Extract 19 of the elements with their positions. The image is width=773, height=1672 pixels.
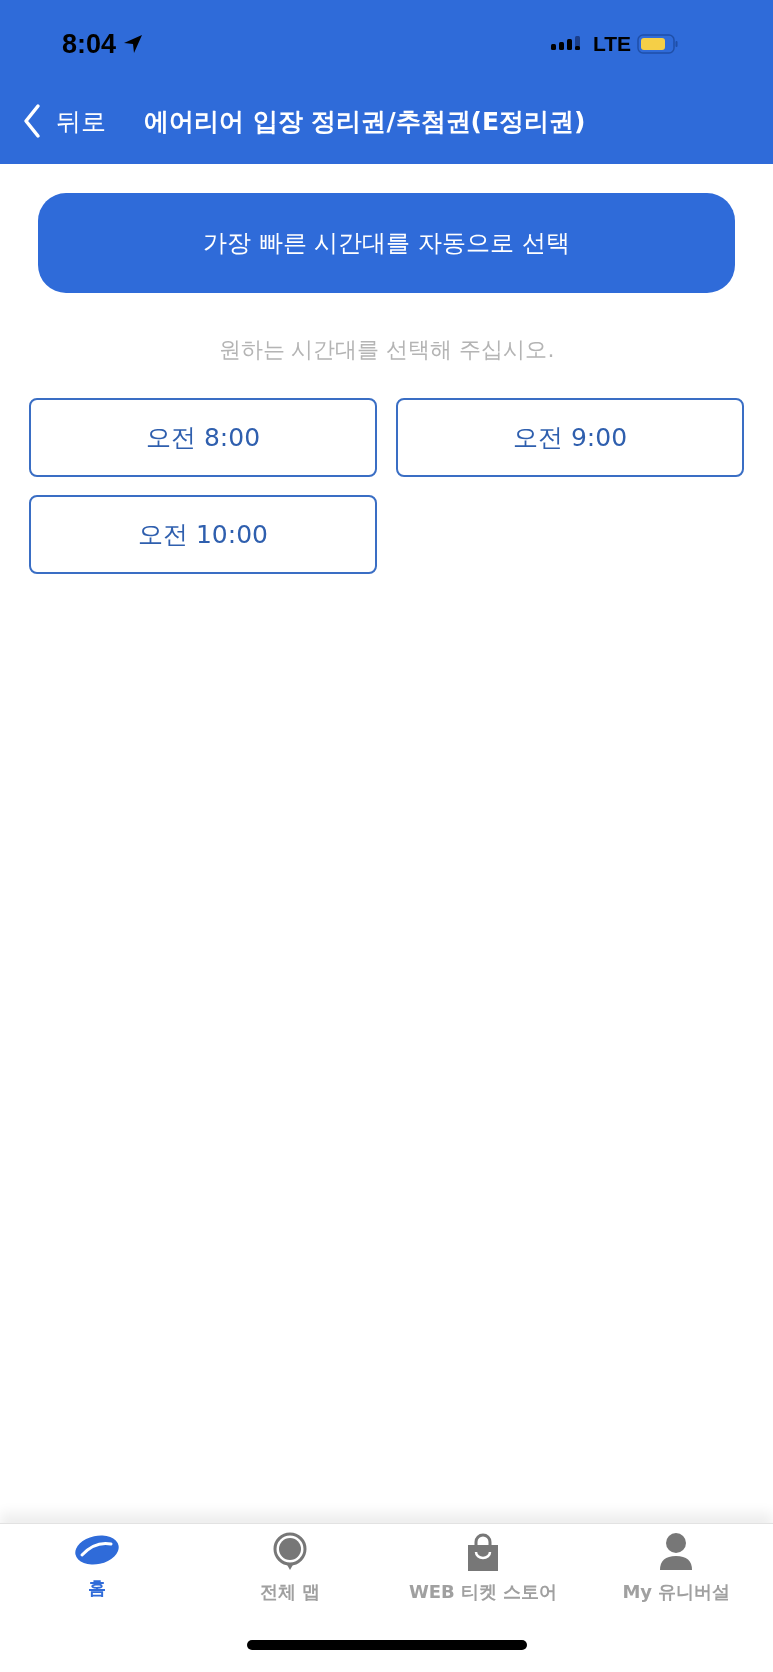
tab-item[interactable]: 홈: [0, 1532, 194, 1630]
tab-item[interactable]: My 유니버설: [579, 1532, 773, 1630]
tab-item[interactable]: 전체 맵: [193, 1532, 387, 1630]
time-slot-button[interactable]: 오전 8:00: [29, 398, 377, 477]
location-arrow-icon: [122, 33, 145, 55]
shopping-bag-icon: [466, 1532, 501, 1572]
tab-item[interactable]: WEB 티켓 스토어: [386, 1532, 580, 1630]
time-slot-button[interactable]: 오전 10:00: [29, 495, 377, 574]
map-pin-icon: [271, 1532, 308, 1572]
status-time: 8:04: [62, 28, 117, 60]
chevron-left-icon: [22, 103, 42, 139]
auto-select-button[interactable]: 가장 빠른 시간대를 자동으로 선택: [38, 193, 735, 293]
network-label: LTE: [592, 32, 631, 56]
time-slot-button[interactable]: 오전 9:00: [396, 398, 744, 477]
page-title: 에어리어 입장 정리권/추첨권(E정리권): [144, 105, 586, 138]
instruction-text: 원하는 시간대를 선택해 주십시오.: [217, 336, 556, 364]
back-button[interactable]: 뒤로: [22, 103, 106, 139]
person-icon: [658, 1532, 695, 1572]
battery-icon: [637, 33, 679, 55]
